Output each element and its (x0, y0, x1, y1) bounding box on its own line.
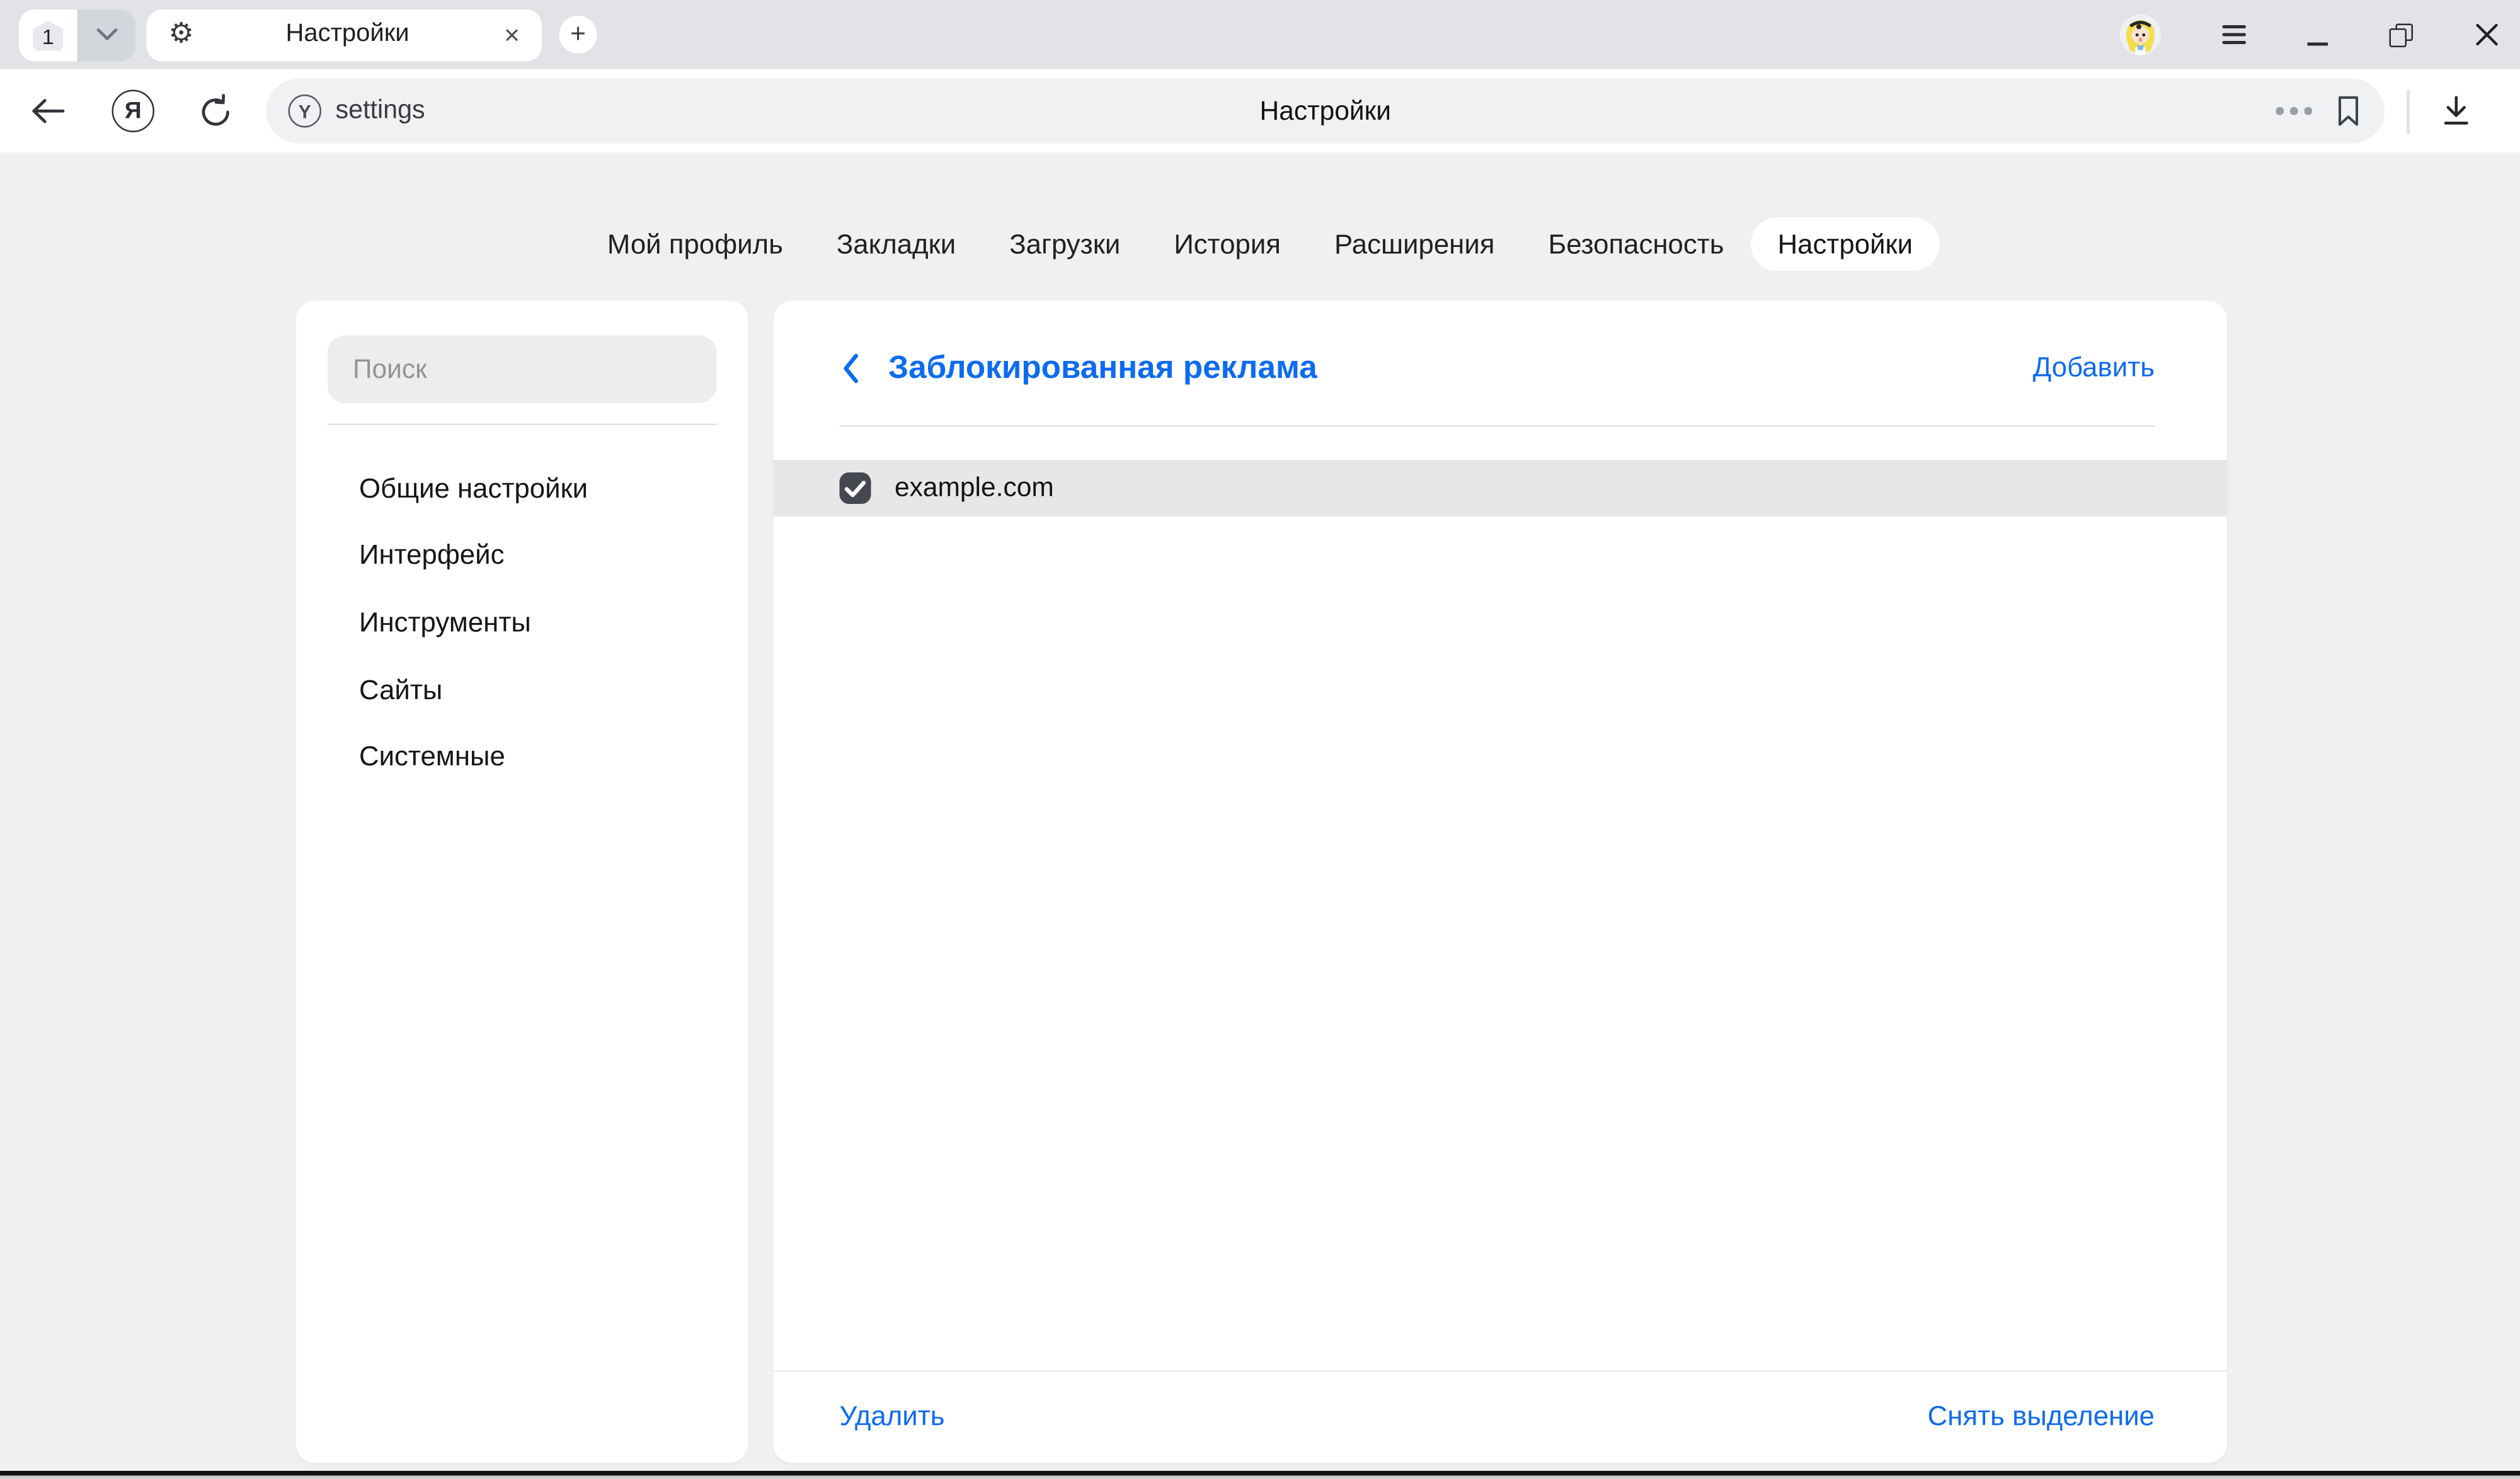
panel-back-button[interactable] (840, 350, 862, 385)
sidebar-item-tools[interactable]: Инструменты (296, 589, 748, 656)
tab-group-dropdown[interactable] (77, 9, 136, 61)
back-button[interactable] (30, 98, 67, 125)
download-icon (2437, 93, 2474, 130)
window-titlebar: 1 ⚙ Настройки × + (0, 0, 2520, 69)
deselect-button[interactable]: Снять выделение (1928, 1400, 2155, 1434)
yandex-logo-button[interactable]: Я (112, 90, 155, 133)
back-arrow-icon (30, 98, 67, 125)
address-input[interactable]: settings (336, 96, 425, 127)
toolbar-page-title: Настройки (1260, 95, 1391, 127)
minimize-icon[interactable] (2308, 22, 2328, 47)
sidebar-item-interface[interactable]: Интерфейс (296, 522, 748, 589)
window-close-icon[interactable] (2475, 22, 2500, 47)
panel-divider (840, 425, 2155, 427)
blocked-ads-panel: Заблокированная реклама Добавить example… (774, 301, 2228, 1463)
menu-icon[interactable] (2223, 25, 2247, 44)
nav-tab-extensions[interactable]: Расширения (1308, 217, 1521, 271)
blocked-domain: example.com (895, 472, 1054, 504)
toolbar-divider (2407, 89, 2409, 133)
sidebar-divider (328, 424, 717, 426)
plus-icon: + (570, 19, 586, 50)
tab-title: Настройки (194, 21, 501, 49)
new-tab-button[interactable]: + (559, 16, 597, 54)
sidebar-item-sites[interactable]: Сайты (296, 656, 748, 723)
tab-group-counter[interactable]: 1 (19, 9, 77, 61)
tab-count: 1 (30, 20, 67, 53)
window-bottom-edge (0, 1470, 2520, 1476)
tab-group-control[interactable]: 1 (19, 9, 135, 61)
settings-page: Мой профиль Закладки Загрузки История Ра… (0, 153, 2520, 1479)
downloads-button[interactable] (2437, 93, 2474, 130)
sidebar-list: Общие настройки Интерфейс Инструменты Са… (296, 455, 748, 791)
browser-tab-settings[interactable]: ⚙ Настройки × (147, 9, 542, 61)
profile-avatar[interactable] (2120, 14, 2161, 55)
delete-button[interactable]: Удалить (840, 1400, 945, 1434)
site-favicon-icon: Y (289, 94, 322, 128)
restore-icon[interactable] (2390, 23, 2414, 47)
nav-tab-profile[interactable]: Мой профиль (580, 217, 810, 271)
panel-header: Заблокированная реклама Добавить (774, 301, 2228, 426)
reload-icon (197, 92, 235, 130)
reload-button[interactable] (197, 92, 235, 130)
window-controls (2120, 0, 2500, 69)
nav-tab-settings[interactable]: Настройки (1751, 217, 1940, 271)
browser-toolbar: Я Y settings Настройки (0, 69, 2520, 153)
sidebar-item-system[interactable]: Системные (296, 723, 748, 790)
browser-window: 1 ⚙ Настройки × + (0, 0, 2520, 1479)
more-actions-icon[interactable] (2276, 108, 2312, 115)
nav-tab-downloads[interactable]: Загрузки (983, 217, 1147, 271)
address-bar[interactable]: Y settings Настройки (266, 79, 2385, 144)
gear-icon: ⚙ (169, 21, 194, 49)
nav-tab-history[interactable]: История (1147, 217, 1308, 271)
search-input[interactable] (328, 336, 717, 404)
check-icon (840, 472, 871, 504)
nav-tab-bookmarks[interactable]: Закладки (810, 217, 982, 271)
chevron-left-icon (840, 350, 862, 385)
settings-nav: Мой профиль Закладки Загрузки История Ра… (580, 217, 1939, 271)
yandex-logo-glyph: Я (125, 98, 142, 125)
screen-edge (0, 1476, 2520, 1479)
avatar-image (2120, 14, 2161, 55)
nav-tab-security[interactable]: Безопасность (1521, 217, 1751, 271)
tab-close-icon[interactable]: × (501, 18, 523, 52)
bookmark-icon[interactable] (2334, 93, 2362, 130)
panel-title: Заблокированная реклама (888, 349, 1317, 387)
add-button[interactable]: Добавить (2033, 351, 2155, 385)
blocked-ad-row[interactable]: example.com (774, 460, 2228, 517)
row-checkbox[interactable] (840, 472, 871, 504)
sidebar-item-general[interactable]: Общие настройки (296, 455, 748, 522)
panel-footer: Удалить Снять выделение (774, 1371, 2228, 1462)
settings-sidebar: Общие настройки Интерфейс Инструменты Са… (296, 301, 748, 1463)
chevron-down-icon (94, 25, 119, 44)
